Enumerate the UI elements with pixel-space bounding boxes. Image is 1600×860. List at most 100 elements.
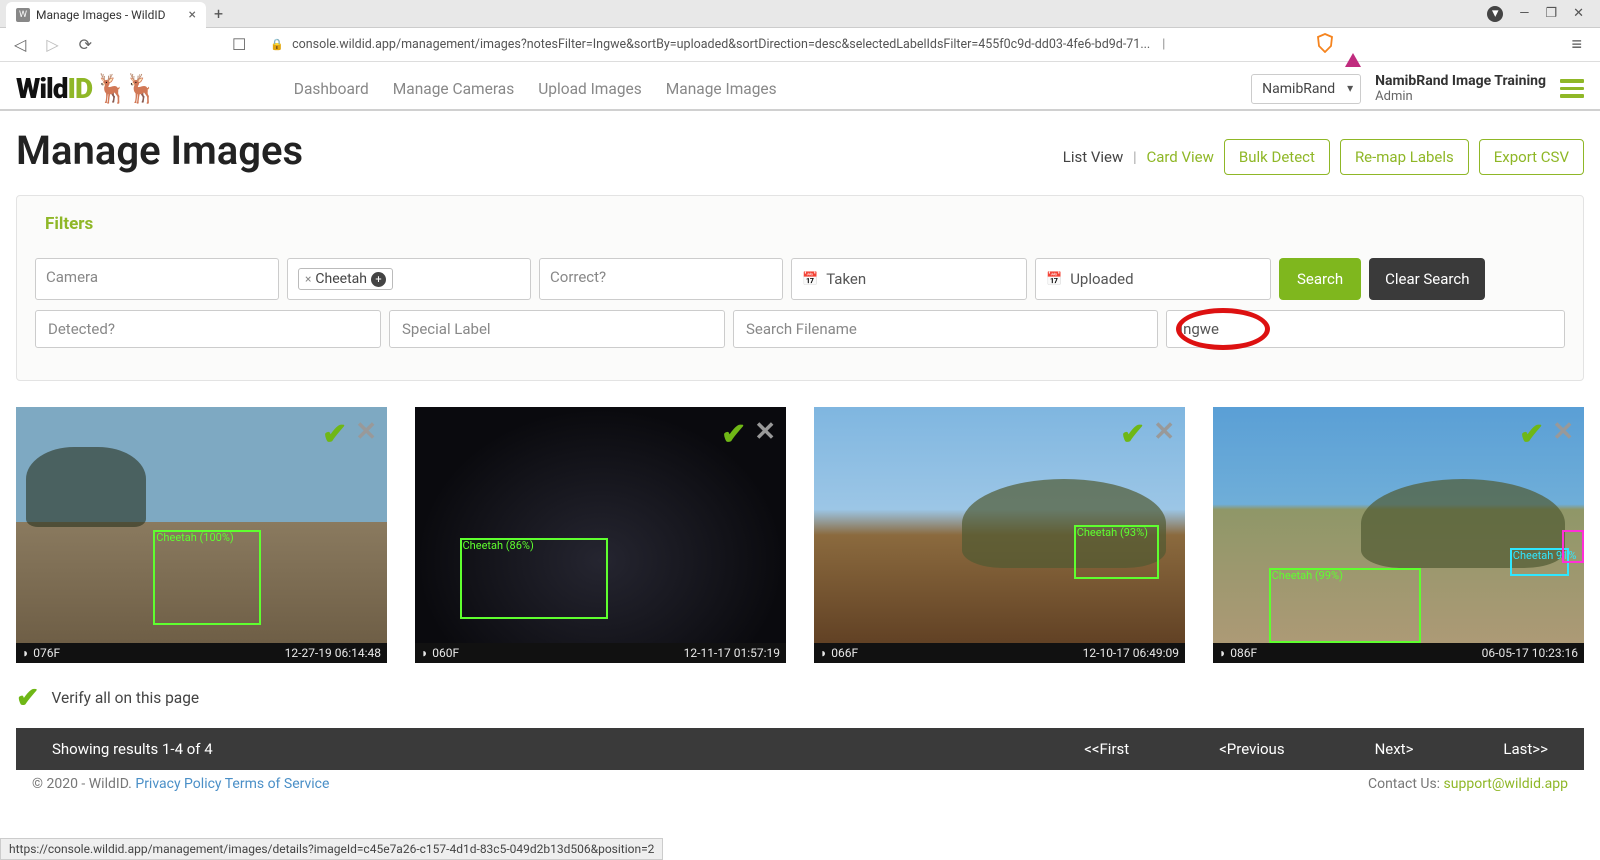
url-text: console.wildid.app/management/images?not…	[292, 37, 1150, 52]
page-first[interactable]: <<First	[1084, 740, 1129, 758]
page-title: Manage Images	[16, 127, 303, 174]
nav-upload-images[interactable]: Upload Images	[538, 80, 642, 98]
lock-icon: 🔒	[270, 38, 284, 51]
reload-button[interactable]: ⟳	[75, 35, 96, 54]
new-tab-button[interactable]: +	[214, 4, 223, 23]
taken-date-filter[interactable]: 📅 Taken	[791, 258, 1027, 300]
privacy-link[interactable]: Privacy Policy	[135, 776, 221, 792]
detection-label: Cheetah (100%)	[154, 531, 235, 544]
page-last[interactable]: Last>>	[1503, 740, 1548, 758]
detection-label: Cheetah (86%)	[461, 539, 536, 552]
detection-box: Cheetah (86%)	[460, 538, 608, 620]
detection-box: Cheetah (93%)	[1074, 525, 1159, 579]
card-view-link[interactable]: Card View	[1146, 148, 1213, 166]
reject-icon[interactable]: ✕	[1153, 417, 1175, 452]
detection-box	[1562, 530, 1584, 563]
verify-icon[interactable]: ✔	[721, 417, 746, 452]
species-filter[interactable]: × Cheetah +	[287, 258, 531, 300]
image-card[interactable]: ✔✕ Cheetah (100%) ◗076F12-27-19 06:14:48	[16, 407, 387, 663]
hamburger-menu[interactable]	[1560, 79, 1584, 98]
detection-label: Cheetah (99%)	[1270, 569, 1345, 582]
image-card[interactable]: ✔✕ Cheetah (86%) ◗060F12-11-17 01:57:19	[415, 407, 786, 663]
uploaded-date-filter[interactable]: 📅 Uploaded	[1035, 258, 1271, 300]
user-role: Admin	[1375, 89, 1546, 104]
terms-link[interactable]: Terms of Service	[225, 776, 330, 792]
url-separator: |	[1162, 37, 1165, 52]
contact-email[interactable]: support@wildid.app	[1444, 776, 1568, 792]
back-button[interactable]: ◁	[10, 35, 30, 54]
filename-filter[interactable]	[733, 310, 1158, 348]
list-view-link[interactable]: List View	[1063, 148, 1124, 166]
copyright: © 2020 - WildID. Privacy Policy Terms of…	[32, 776, 329, 792]
add-tag-icon[interactable]: +	[371, 272, 386, 287]
account-icon[interactable]: ▾	[1487, 6, 1503, 22]
nav-manage-images[interactable]: Manage Images	[666, 80, 777, 98]
clear-search-button[interactable]: Clear Search	[1369, 258, 1485, 300]
reject-icon[interactable]: ✕	[754, 417, 776, 452]
image-meta-strip: ◗086F06-05-17 10:23:16	[1213, 643, 1584, 663]
address-bar[interactable]: 🔒 console.wildid.app/management/images?n…	[262, 37, 1303, 52]
verify-icon[interactable]: ✔	[322, 417, 347, 452]
bookmark-icon[interactable]: ☐	[228, 35, 250, 54]
window-controls: ▾ — ❐ ✕	[1487, 6, 1594, 22]
brave-rewards-icon[interactable]	[1345, 37, 1361, 53]
species-tag-chip[interactable]: × Cheetah +	[298, 268, 393, 290]
minimize-button[interactable]: —	[1519, 6, 1529, 22]
reject-icon[interactable]: ✕	[1552, 417, 1574, 452]
verify-icon[interactable]: ✔	[1519, 417, 1544, 452]
image-meta-strip: ◗060F12-11-17 01:57:19	[415, 643, 786, 663]
results-count: Showing results 1-4 of 4	[52, 740, 213, 758]
nav-dashboard[interactable]: Dashboard	[294, 80, 369, 98]
filters-panel: Filters × Cheetah + 📅 Taken 📅 Uploaded S…	[16, 195, 1584, 381]
export-csv-button[interactable]: Export CSV	[1479, 139, 1584, 175]
close-tab-icon[interactable]: ×	[189, 7, 196, 23]
check-icon: ✔	[16, 681, 39, 714]
brave-shield-icon[interactable]	[1315, 33, 1335, 57]
bulk-detect-button[interactable]: Bulk Detect	[1224, 139, 1330, 175]
browser-tab-bar: W Manage Images - WildID × + ▾ — ❐ ✕	[0, 0, 1600, 28]
browser-tab[interactable]: W Manage Images - WildID ×	[6, 2, 206, 28]
maximize-button[interactable]: ❐	[1545, 6, 1557, 22]
reject-icon[interactable]: ✕	[355, 417, 377, 452]
detection-box: Cheetah (99%)	[1269, 568, 1421, 642]
org-select-wrap: NamibRand	[1251, 74, 1361, 104]
remap-labels-button[interactable]: Re-map Labels	[1340, 139, 1469, 175]
view-toggle: List View | Card View	[1063, 148, 1214, 166]
browser-toolbar: ◁ ▷ ⟳ ☐ 🔒 console.wildid.app/management/…	[0, 28, 1600, 62]
footer: © 2020 - WildID. Privacy Policy Terms of…	[16, 770, 1584, 792]
logo[interactable]: WildID🦌🦌	[16, 72, 154, 105]
page-prev[interactable]: <Previous	[1219, 740, 1284, 758]
search-button[interactable]: Search	[1279, 258, 1361, 300]
calendar-icon: 📅	[1046, 272, 1062, 287]
detection-box: Cheetah (100%)	[153, 530, 261, 625]
page-next[interactable]: Next>	[1375, 740, 1414, 758]
remove-tag-icon[interactable]: ×	[305, 272, 311, 286]
forward-button[interactable]: ▷	[42, 35, 62, 54]
correct-filter[interactable]	[539, 258, 783, 300]
image-meta-strip: ◗076F12-27-19 06:14:48	[16, 643, 387, 663]
tab-title: Manage Images - WildID	[36, 8, 183, 22]
verify-icon[interactable]: ✔	[1120, 417, 1145, 452]
status-bar: https://console.wildid.app/management/im…	[0, 838, 663, 860]
image-card[interactable]: ✔✕ Cheetah (99%) Cheetah 91% ◗086F06-05-17 …	[1213, 407, 1584, 663]
detection-label: Cheetah (93%)	[1075, 526, 1150, 539]
notes-filter[interactable]	[1166, 310, 1565, 348]
special-label-filter[interactable]	[389, 310, 725, 348]
favicon-icon: W	[16, 8, 30, 22]
browser-menu-icon[interactable]: ≡	[1571, 34, 1582, 55]
verify-all-row[interactable]: ✔ Verify all on this page	[16, 681, 1584, 714]
contact-info: Contact Us: support@wildid.app	[1368, 776, 1568, 792]
logo-animals-icon: 🦌🦌	[94, 72, 154, 105]
image-card[interactable]: ✔✕Cheetah (93%)◗066F12-10-17 06:49:09	[814, 407, 1185, 663]
close-window-button[interactable]: ✕	[1573, 6, 1584, 22]
nav-manage-cameras[interactable]: Manage Cameras	[393, 80, 514, 98]
detection-box: Cheetah 91%	[1510, 548, 1569, 576]
detected-filter[interactable]	[35, 310, 381, 348]
user-block: NamibRand Image Training Admin	[1375, 73, 1546, 104]
org-name: NamibRand Image Training	[1375, 73, 1546, 89]
pagination-bar: Showing results 1-4 of 4 <<First <Previo…	[16, 728, 1584, 770]
org-select[interactable]: NamibRand	[1251, 74, 1361, 104]
main-nav: Dashboard Manage Cameras Upload Images Mana…	[294, 80, 777, 98]
app-header: WildID🦌🦌 Dashboard Manage Cameras Upload I…	[0, 62, 1600, 111]
camera-filter[interactable]	[35, 258, 279, 300]
